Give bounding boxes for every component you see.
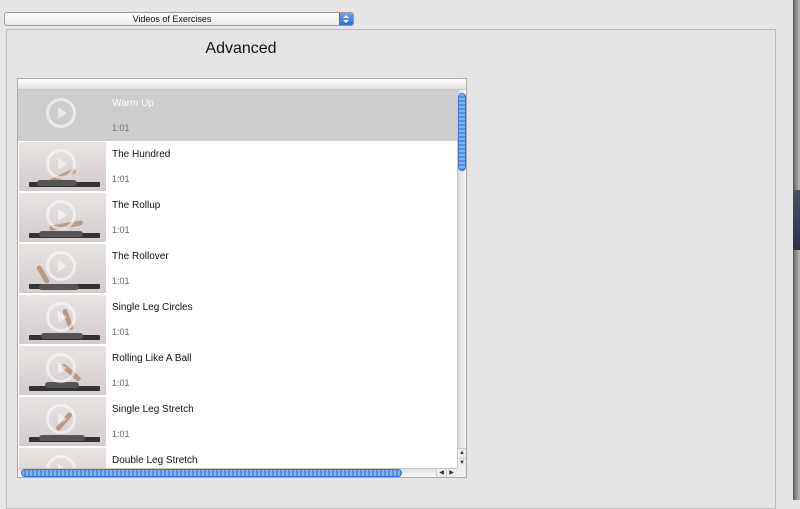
window-edge [793,0,800,500]
play-icon [46,302,76,332]
list-item[interactable]: The Hundred 1:01 [18,141,457,192]
exercise-figure [39,435,85,441]
list-item[interactable]: Single Leg Stretch 1:01 [18,396,457,447]
arrow-right-icon[interactable]: ▶ [446,469,456,477]
play-icon [46,251,76,281]
list-header [18,79,466,90]
exercise-duration: 1:01 [112,429,130,439]
exercise-title: Single Leg Stretch [112,404,194,415]
list-item[interactable]: Double Leg Stretch [18,447,457,468]
exercise-list[interactable]: Warm Up 1:01 The Hundred 1:01 The Rollup 1:01… [17,78,467,478]
exercise-title: The Hundred [112,149,171,160]
list-item[interactable]: Warm Up 1:01 [18,90,457,141]
exercise-duration: 1:01 [112,225,130,235]
exercise-title: The Rollup [112,200,161,211]
exercise-title: Double Leg Stretch [112,455,198,466]
exercise-thumbnail[interactable] [19,397,106,446]
exercise-thumbnail[interactable] [19,142,106,191]
exercise-title: Rolling Like A Ball [112,353,192,364]
exercise-thumbnail[interactable] [19,448,106,468]
exercise-figure [37,180,77,186]
exercise-thumbnail[interactable] [19,244,106,293]
horizontal-scrollbar[interactable]: ◀ ▶ [18,468,466,477]
play-icon [46,200,76,230]
list-item[interactable]: The Rollover 1:01 [18,243,457,294]
exercise-figure [39,284,79,290]
exercise-thumbnail[interactable] [19,295,106,344]
play-icon [46,98,76,128]
play-icon [46,404,76,434]
exercise-figure [41,333,83,339]
play-icon [46,353,76,383]
page-title: Advanced [205,40,277,57]
exercise-duration: 1:01 [112,378,130,388]
arrow-up-icon[interactable]: ▲ [458,448,466,458]
exercise-title: Single Leg Circles [112,302,193,313]
exercise-duration: 1:01 [112,327,130,337]
exercise-duration: 1:01 [112,123,130,133]
horizontal-scroll-thumb[interactable] [21,469,402,477]
scroll-corner [457,468,466,477]
play-icon [46,149,76,179]
list-item[interactable]: The Rollup 1:01 [18,192,457,243]
list-item[interactable]: Single Leg Circles 1:01 [18,294,457,345]
vertical-scroll-thumb[interactable] [458,93,466,171]
background-window-sliver [793,190,800,250]
vertical-scrollbar[interactable]: ▲ ▼ [457,90,466,468]
popup-selected-label: Videos of Exercises [132,14,212,24]
exercise-duration: 1:01 [112,276,130,286]
arrow-left-icon[interactable]: ◀ [436,469,446,477]
exercise-thumbnail[interactable] [19,193,106,242]
exercise-rows: Warm Up 1:01 The Hundred 1:01 The Rollup 1:01… [18,90,457,468]
exercise-title: The Rollover [112,251,169,262]
arrow-down-icon[interactable]: ▼ [458,458,466,468]
up-down-arrows-icon[interactable] [339,13,353,25]
exercise-figure [39,231,83,237]
exercise-thumbnail[interactable] [19,91,106,140]
exercise-title: Warm Up [112,98,154,109]
exercise-thumbnail[interactable] [19,346,106,395]
play-icon [46,455,76,468]
videos-popup-selector[interactable]: Videos of Exercises [4,12,354,26]
exercise-duration: 1:01 [112,174,130,184]
list-item[interactable]: Rolling Like A Ball 1:01 [18,345,457,396]
